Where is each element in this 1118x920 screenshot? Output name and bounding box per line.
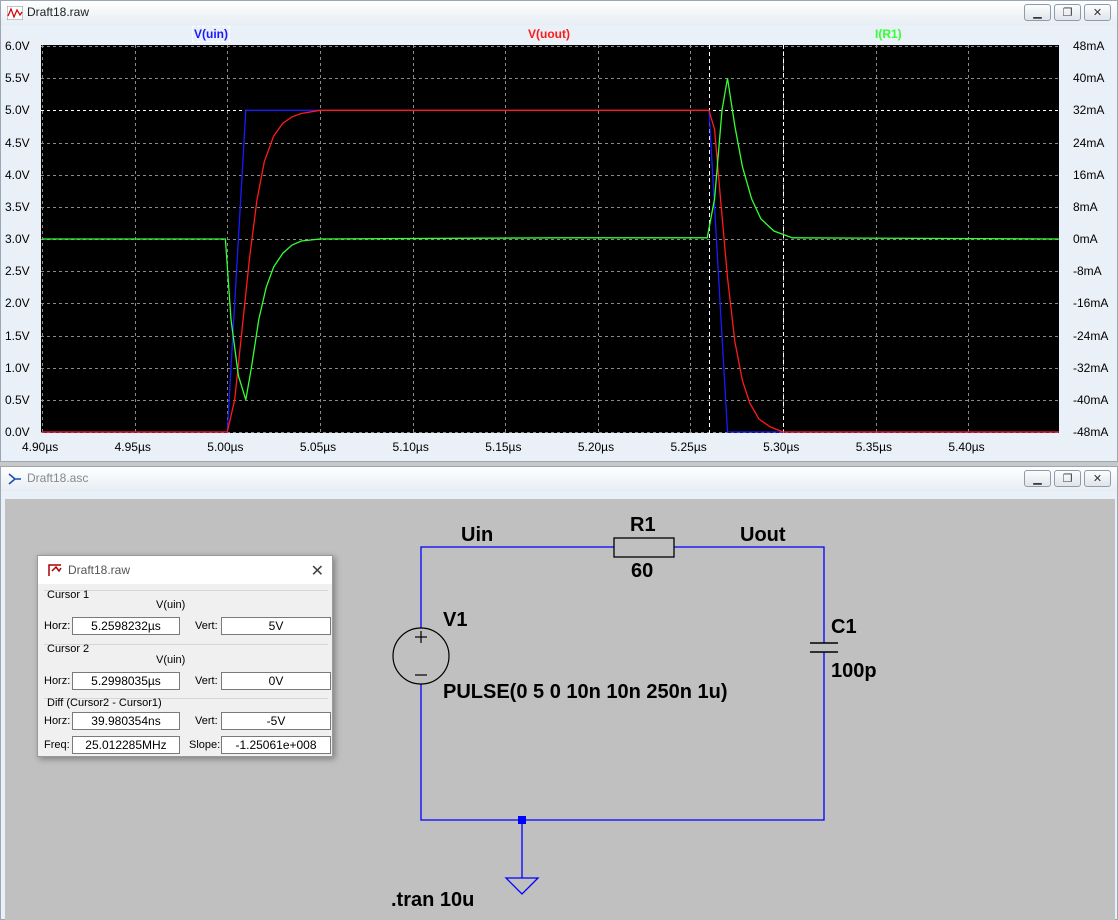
diff-title: Diff (Cursor2 - Cursor1): [47, 697, 162, 709]
cursor-dialog-titlebar[interactable]: Draft18.raw ✕: [38, 556, 332, 584]
cursor1-horz-label: Horz:: [44, 620, 71, 632]
capacitor-c1[interactable]: [810, 642, 838, 653]
diff-vert-field[interactable]: -5V: [221, 712, 331, 730]
cursor-dialog[interactable]: Draft18.raw ✕ Cursor 1 V(uin) Horz: 5.25…: [37, 555, 333, 757]
cursor2-horz-field[interactable]: 5.2998035µs: [72, 672, 180, 690]
cursor1-vert-label: Vert:: [195, 620, 218, 632]
diff-freq-field[interactable]: 25.012285MHz: [72, 736, 180, 754]
r1-name[interactable]: R1: [630, 514, 656, 537]
cursor2-title: Cursor 2: [47, 643, 90, 655]
cursor2-group: Cursor 2 V(uin) Horz: 5.2998035µs Vert: …: [44, 643, 331, 696]
schematic-drawing[interactable]: [0, 0, 1118, 920]
cursor1-group: Cursor 1 V(uin) Horz: 5.2598232µs Vert: …: [44, 589, 331, 642]
cursor1-title: Cursor 1: [47, 589, 90, 601]
c1-value[interactable]: 100p: [831, 660, 877, 683]
cursor1-horz-field[interactable]: 5.2598232µs: [72, 617, 180, 635]
resistor-r1[interactable]: [613, 537, 675, 558]
cursor2-horz-label: Horz:: [44, 675, 71, 687]
cursor-dialog-title: Draft18.raw: [68, 563, 131, 577]
cursor2-vert-field[interactable]: 0V: [221, 672, 331, 690]
close-icon[interactable]: ✕: [311, 561, 324, 581]
tran-directive[interactable]: .tran 10u: [391, 889, 474, 912]
wire-uout[interactable]: [674, 546, 825, 643]
diff-horz-label: Horz:: [44, 715, 71, 727]
voltage-source-v1[interactable]: [392, 627, 450, 685]
diff-freq-label: Freq:: [44, 739, 70, 751]
diff-horz-field[interactable]: 39.980354ns: [72, 712, 180, 730]
wire-c1-gnd[interactable]: [420, 652, 825, 821]
cursor-dialog-icon: [48, 564, 62, 576]
diff-group: Diff (Cursor2 - Cursor1) Horz: 39.980354…: [44, 697, 331, 754]
diff-slope-field[interactable]: -1.25061e+008: [221, 736, 331, 754]
net-label-uout[interactable]: Uout: [740, 524, 786, 547]
net-label-uin[interactable]: Uin: [461, 524, 493, 547]
cursor1-signal: V(uin): [156, 599, 186, 611]
cursor2-signal: V(uin): [156, 654, 186, 666]
r1-value[interactable]: 60: [631, 560, 653, 583]
diff-vert-label: Vert:: [195, 715, 218, 727]
v1-value[interactable]: PULSE(0 5 0 10n 10n 250n 1u): [443, 681, 728, 704]
c1-name[interactable]: C1: [831, 616, 857, 639]
ground-icon[interactable]: [504, 877, 540, 895]
v1-name[interactable]: V1: [443, 609, 467, 632]
cursor2-vert-label: Vert:: [195, 675, 218, 687]
diff-slope-label: Slope:: [189, 739, 221, 751]
junction-dot: [518, 816, 526, 824]
cursor1-vert-field[interactable]: 5V: [221, 617, 331, 635]
